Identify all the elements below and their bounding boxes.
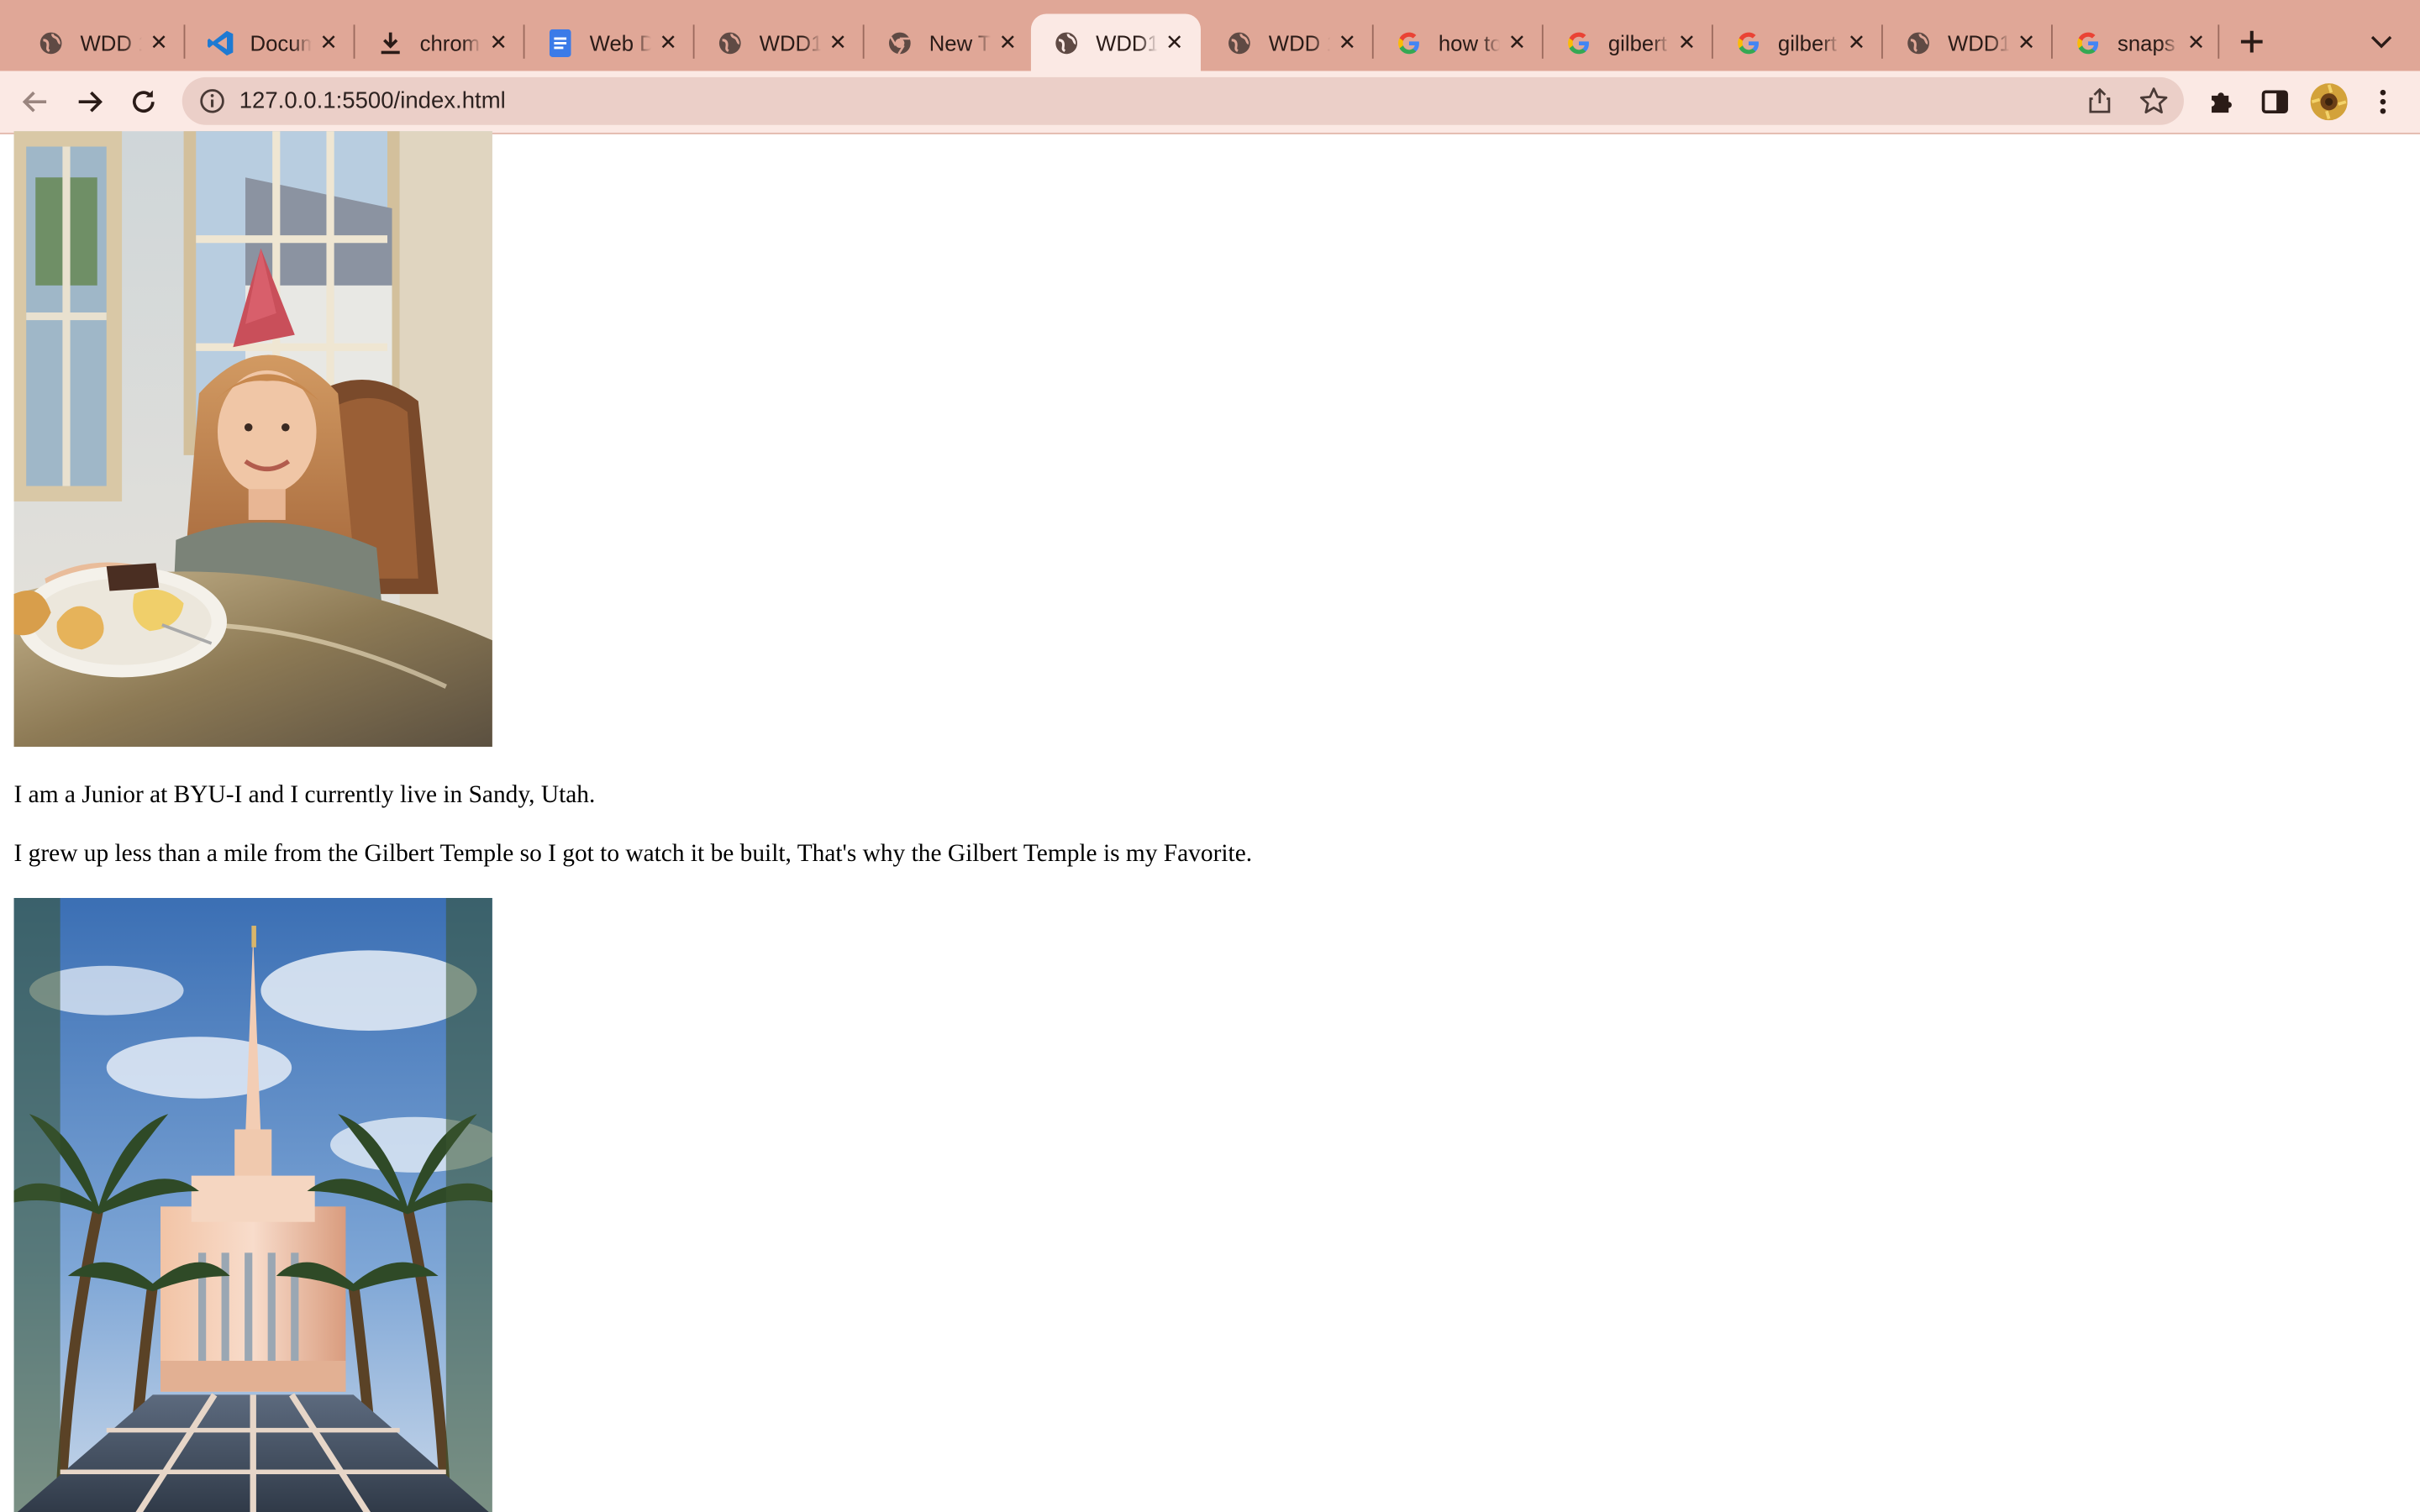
close-icon[interactable]: ✕ bbox=[315, 29, 343, 56]
puzzle-icon bbox=[2212, 92, 2232, 113]
intro-paragraph: I am a Junior at BYU-I and I currently l… bbox=[13, 782, 596, 809]
close-icon[interactable]: ✕ bbox=[1334, 29, 1361, 56]
arrow-left-icon bbox=[22, 91, 47, 113]
side-panel-icon bbox=[2261, 90, 2288, 113]
tab-title: Docum bbox=[250, 29, 313, 55]
close-icon[interactable]: ✕ bbox=[994, 29, 1022, 56]
chrome-icon bbox=[886, 29, 913, 56]
tab-separator bbox=[2217, 24, 2220, 59]
tab[interactable]: WDD1 ✕ bbox=[1883, 14, 2053, 71]
globe-icon bbox=[1905, 29, 1933, 56]
tab[interactable]: gilbert ✕ bbox=[1544, 14, 1713, 71]
share-icon[interactable] bbox=[2086, 87, 2112, 114]
tab[interactable]: WDD1 ✕ bbox=[695, 14, 865, 71]
tab-title: WDD 1 bbox=[80, 29, 142, 55]
tab-title: gilbert bbox=[1607, 29, 1667, 55]
globe-icon bbox=[716, 29, 744, 56]
tab-title: WDD 1 bbox=[1268, 29, 1330, 55]
tab-strip: WDD 1 ✕ Docum ✕ chrom ✕ Web D ✕ bbox=[0, 0, 2420, 71]
extensions-button[interactable] bbox=[2201, 81, 2241, 122]
profile-avatar[interactable] bbox=[2309, 81, 2349, 122]
reload-button[interactable] bbox=[124, 81, 164, 122]
download-icon bbox=[376, 29, 404, 56]
tab[interactable]: Web D ✕ bbox=[524, 14, 694, 71]
tab[interactable]: Docum ✕ bbox=[185, 14, 355, 71]
close-icon[interactable]: ✕ bbox=[1843, 29, 1870, 56]
tab[interactable]: New T ✕ bbox=[865, 14, 1034, 71]
arrow-right-icon bbox=[78, 91, 103, 113]
kebab-menu-icon bbox=[2380, 89, 2386, 114]
tab-active[interactable]: WDD1 ✕ bbox=[1030, 13, 1201, 71]
side-panel-button[interactable] bbox=[2254, 81, 2295, 122]
close-icon[interactable]: ✕ bbox=[145, 29, 173, 56]
tab-title: WDD1 bbox=[1096, 29, 1158, 55]
avatar bbox=[2310, 83, 2348, 121]
tab-title: WDD1 bbox=[1947, 29, 2010, 55]
tab[interactable]: snaps ✕ bbox=[2053, 14, 2223, 71]
tab-title: how to bbox=[1438, 29, 1501, 55]
gilbert-temple-photo bbox=[13, 897, 492, 1512]
plus-icon bbox=[2240, 30, 2263, 53]
forward-button[interactable] bbox=[70, 81, 110, 122]
close-icon[interactable]: ✕ bbox=[655, 29, 682, 56]
page-content: I am a Junior at BYU-I and I currently l… bbox=[0, 131, 2420, 1512]
close-icon[interactable]: ✕ bbox=[824, 29, 852, 56]
docs-icon bbox=[546, 28, 574, 57]
google-icon bbox=[1565, 29, 1592, 56]
browser-toolbar: 127.0.0.1:5500/index.html bbox=[0, 71, 2420, 134]
url-text[interactable]: 127.0.0.1:5500/index.html bbox=[239, 88, 506, 114]
tab-search-button[interactable] bbox=[2365, 24, 2398, 58]
back-button[interactable] bbox=[15, 81, 55, 122]
reload-icon bbox=[132, 90, 155, 113]
google-icon bbox=[2075, 29, 2102, 56]
new-tab-button[interactable] bbox=[2232, 22, 2272, 62]
star-icon[interactable] bbox=[2139, 87, 2169, 116]
tab-title: snaps bbox=[2118, 29, 2175, 55]
tab[interactable]: WDD 1 ✕ bbox=[1204, 14, 1374, 71]
tab-title: New T bbox=[929, 29, 992, 55]
google-icon bbox=[1395, 29, 1423, 56]
close-icon[interactable]: ✕ bbox=[1160, 29, 1188, 56]
globe-icon bbox=[1053, 29, 1081, 56]
close-icon[interactable]: ✕ bbox=[1503, 29, 1531, 56]
info-icon[interactable] bbox=[199, 88, 225, 114]
address-bar[interactable]: 127.0.0.1:5500/index.html bbox=[182, 76, 2184, 125]
chevron-down-icon bbox=[2370, 35, 2392, 49]
tab[interactable]: WDD 1 ✕ bbox=[15, 14, 185, 71]
vscode-icon bbox=[207, 29, 234, 56]
menu-button[interactable] bbox=[2363, 81, 2403, 122]
tab-title: gilbert bbox=[1777, 29, 1837, 55]
tab-title: WDD1 bbox=[759, 29, 822, 55]
tab[interactable]: how to ✕ bbox=[1374, 14, 1544, 71]
close-icon[interactable]: ✕ bbox=[2012, 29, 2040, 56]
tab-title: chrom bbox=[419, 29, 481, 55]
google-icon bbox=[1734, 29, 1762, 56]
temple-paragraph: I grew up less than a mile from the Gilb… bbox=[13, 841, 1253, 868]
globe-icon bbox=[37, 29, 65, 56]
close-icon[interactable]: ✕ bbox=[1673, 29, 1701, 56]
birthday-photo bbox=[13, 131, 492, 747]
globe-icon bbox=[1225, 29, 1253, 56]
tab[interactable]: chrom ✕ bbox=[355, 14, 524, 71]
tab[interactable]: gilbert ✕ bbox=[1713, 14, 1883, 71]
tab-title: Web D bbox=[589, 29, 652, 55]
close-icon[interactable]: ✕ bbox=[2182, 29, 2210, 56]
close-icon[interactable]: ✕ bbox=[485, 29, 513, 56]
